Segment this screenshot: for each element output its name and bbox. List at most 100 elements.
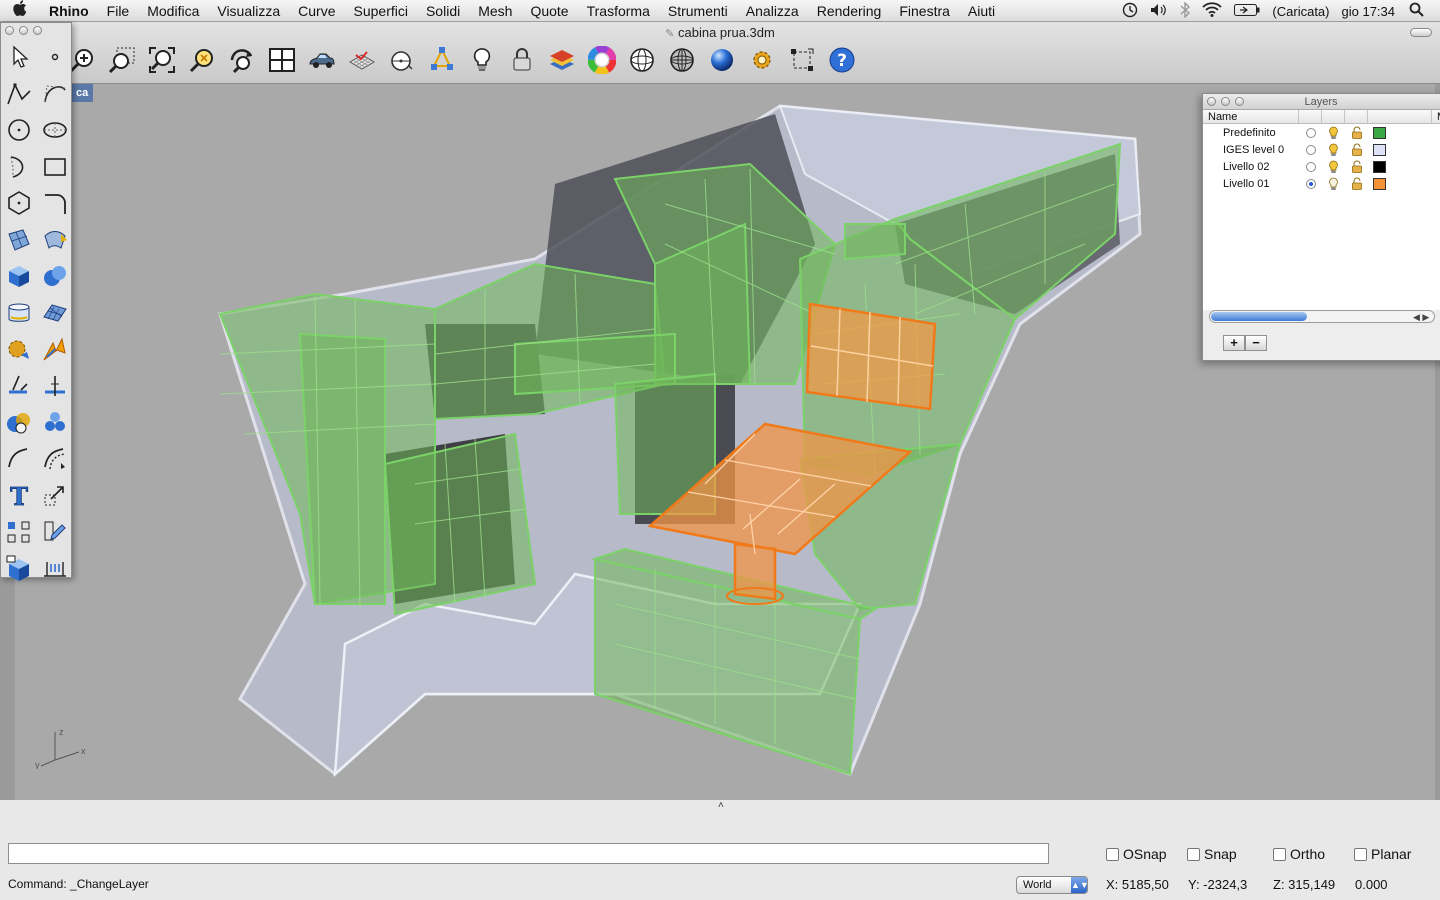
four-viewports-icon[interactable]	[264, 44, 300, 76]
layer-name[interactable]: IGES level 0	[1203, 144, 1299, 156]
shaded-car-icon[interactable]	[304, 44, 340, 76]
menu-superfici[interactable]: Superfici	[345, 3, 417, 19]
color-swatch[interactable]	[1373, 143, 1386, 156]
zoom-extents-icon[interactable]	[144, 44, 180, 76]
snap-toggle[interactable]: Snap	[1187, 846, 1237, 862]
array-icon[interactable]	[1, 514, 37, 551]
gumball-icon[interactable]	[424, 44, 460, 76]
zoom-window-icon[interactable]	[104, 44, 140, 76]
menu-file[interactable]: File	[98, 3, 139, 19]
planar-toggle[interactable]: Planar	[1354, 846, 1411, 862]
lightbulb-icon[interactable]	[464, 44, 500, 76]
layer-stack-icon[interactable]	[544, 44, 580, 76]
rectangle-icon[interactable]	[37, 149, 73, 186]
padlock-icon[interactable]	[1345, 177, 1368, 190]
layer-row[interactable]: Livello 02	[1203, 158, 1440, 175]
sphere-ghosted-icon[interactable]	[664, 44, 700, 76]
osnap-checkbox[interactable]	[1106, 847, 1119, 861]
lightbulb-icon[interactable]	[1322, 160, 1345, 174]
rotate-view-icon[interactable]	[224, 44, 260, 76]
cylinder-icon[interactable]	[1, 295, 37, 332]
remove-layer-button[interactable]: −	[1245, 335, 1267, 351]
menu-strumenti[interactable]: Strumenti	[659, 3, 737, 19]
split-icon[interactable]	[37, 368, 73, 405]
menu-rendering[interactable]: Rendering	[808, 3, 891, 19]
scale-icon[interactable]	[37, 477, 73, 514]
offset-icon[interactable]	[37, 441, 73, 478]
text-icon[interactable]: T	[1, 477, 37, 514]
cplane-select[interactable]: World ▲▼	[1016, 876, 1089, 894]
help-icon[interactable]: ?	[824, 44, 860, 76]
layers-horizontal-scrollbar[interactable]	[1209, 310, 1435, 323]
column-material[interactable]: Ma	[1432, 110, 1440, 123]
layer-current-radio[interactable]	[1299, 127, 1322, 138]
group-icon[interactable]	[37, 404, 73, 441]
panel-resize-handle-icon[interactable]: ˄	[718, 800, 724, 811]
layer-name[interactable]: Predefinito	[1203, 127, 1299, 139]
box-solid-icon[interactable]	[1, 258, 37, 295]
palette-minimize-button[interactable]	[19, 25, 28, 35]
clock[interactable]: gio 17:34	[1342, 4, 1396, 19]
osnap-toggle[interactable]: OSnap	[1106, 846, 1167, 862]
polygon-icon[interactable]	[1, 185, 37, 222]
render-sphere-icon[interactable]	[704, 44, 740, 76]
layer-row[interactable]: Predefinito	[1203, 124, 1440, 141]
grid-plane-icon[interactable]	[344, 44, 380, 76]
lightbulb-icon[interactable]	[1322, 126, 1345, 140]
menu-analizza[interactable]: Analizza	[737, 3, 808, 19]
palette-zoom-button[interactable]	[33, 25, 42, 35]
column-name[interactable]: Name	[1203, 110, 1299, 123]
sphere-wireframe-icon[interactable]	[624, 44, 660, 76]
menu-curve[interactable]: Curve	[289, 3, 344, 19]
mesh-plane-icon[interactable]	[37, 295, 73, 332]
menu-modifica[interactable]: Modifica	[138, 3, 208, 19]
bluetooth-icon[interactable]	[1180, 0, 1191, 21]
boolean-union-icon[interactable]	[37, 258, 73, 295]
arc-icon[interactable]	[1, 149, 37, 186]
zoom-selected-icon[interactable]	[184, 44, 220, 76]
scroll-arrows-icon[interactable]: ◀ ▶	[1413, 312, 1429, 323]
padlock-icon[interactable]	[1345, 143, 1368, 156]
color-swatch[interactable]	[1373, 160, 1386, 173]
menu-mesh[interactable]: Mesh	[469, 3, 521, 19]
boolean-icon[interactable]	[1, 404, 37, 441]
padlock-icon[interactable]	[1345, 160, 1368, 173]
circle-icon[interactable]	[1, 112, 37, 149]
toolbar-toggle-button[interactable]	[1410, 28, 1432, 37]
trim-icon[interactable]	[1, 368, 37, 405]
menu-rhino[interactable]: Rhino	[40, 3, 98, 19]
document-proxy-icon[interactable]: ✎	[665, 28, 674, 40]
curve-from-object-icon[interactable]	[1, 441, 37, 478]
column-visible[interactable]	[1322, 110, 1345, 123]
layer-current-radio[interactable]	[1299, 161, 1322, 172]
layer-current-radio[interactable]	[1299, 144, 1322, 155]
ortho-checkbox[interactable]	[1273, 847, 1286, 861]
ortho-toggle[interactable]: Ortho	[1273, 846, 1325, 862]
point-icon[interactable]	[37, 39, 73, 76]
polyline-icon[interactable]	[1, 76, 37, 113]
layer-color-swatch[interactable]	[1368, 160, 1391, 173]
column-color[interactable]	[1368, 110, 1432, 123]
surface-loft-icon[interactable]	[37, 222, 73, 259]
lightbulb-icon[interactable]	[1322, 177, 1345, 191]
solid-tools-icon[interactable]	[1, 331, 37, 368]
record-history-icon[interactable]	[784, 44, 820, 76]
menu-trasforma[interactable]: Trasforma	[578, 3, 659, 19]
viewport-label[interactable]: ca	[71, 84, 94, 102]
transform-icon[interactable]	[37, 514, 73, 551]
time-machine-icon[interactable]	[1122, 2, 1138, 21]
add-layer-button[interactable]: +	[1223, 335, 1245, 351]
padlock-icon[interactable]	[1345, 126, 1368, 139]
menu-finestra[interactable]: Finestra	[890, 3, 959, 19]
apple-logo-icon[interactable]	[0, 0, 40, 21]
snap-checkbox[interactable]	[1187, 847, 1200, 861]
layer-color-swatch[interactable]	[1368, 177, 1391, 190]
command-input[interactable]	[8, 843, 1049, 864]
color-swatch[interactable]	[1373, 126, 1386, 139]
settings-gear-icon[interactable]	[744, 44, 780, 76]
color-swatch[interactable]	[1373, 177, 1386, 190]
cplane-box-icon[interactable]	[1, 550, 37, 587]
scrollbar-thumb[interactable]	[1211, 312, 1307, 321]
menu-solidi[interactable]: Solidi	[417, 3, 469, 19]
osnap-target-icon[interactable]	[384, 44, 420, 76]
